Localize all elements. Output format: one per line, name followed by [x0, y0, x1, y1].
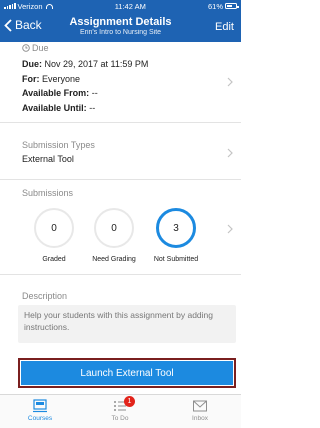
- submission-types-label: Submission Types: [22, 140, 95, 150]
- submissions-label: Submissions: [22, 188, 74, 198]
- launch-external-tool-button[interactable]: Launch External Tool: [20, 360, 234, 386]
- tab-courses[interactable]: Courses: [10, 399, 70, 422]
- tab-todo-label: To Do: [111, 415, 129, 422]
- due-date-row: Due: Nov 29, 2017 at 11:59 PM: [22, 57, 148, 72]
- assigned-to-label: For:: [22, 73, 40, 84]
- graded-count: 0: [34, 208, 74, 248]
- status-bar: Verizon 11:42 AM 61%: [0, 0, 241, 12]
- due-details: Due: Nov 29, 2017 at 11:59 PM For: Every…: [22, 57, 148, 115]
- graded-caption: Graded: [42, 256, 66, 263]
- signal-icon: [4, 3, 16, 9]
- chevron-right-icon: [227, 77, 233, 87]
- available-from-label: Available From:: [22, 88, 90, 98]
- due-heading-label: Due: [32, 43, 49, 53]
- submission-types-value: External Tool: [22, 154, 74, 164]
- description-section: Description Help your students with this…: [0, 275, 241, 345]
- due-heading: Due: [22, 43, 49, 53]
- description-label: Description: [22, 291, 68, 301]
- tab-courses-label: Courses: [27, 415, 53, 422]
- page-subtitle: Erin's Intro to Nursing Site: [79, 29, 162, 36]
- due-section[interactable]: Due Due: Nov 29, 2017 at 11:59 PM For: E…: [0, 42, 241, 123]
- navigation-bar: Back Assignment Details Erin's Intro to …: [0, 12, 241, 42]
- todo-badge: 1: [124, 396, 135, 407]
- carrier-label: Verizon: [17, 1, 43, 11]
- available-until-row: Available Until: --: [22, 101, 148, 116]
- not-submitted-caption: Not Submitted: [153, 256, 199, 263]
- page-title: Assignment Details: [69, 16, 172, 28]
- tab-inbox-label: Inbox: [192, 415, 208, 422]
- battery-percent: 61%: [207, 1, 223, 11]
- not-submitted-count: 3: [156, 208, 196, 248]
- tab-bar: Courses 1 To Do Inbox: [0, 394, 241, 428]
- available-until-label: Available Until:: [22, 102, 87, 113]
- description-placeholder[interactable]: Help your students with this assignment …: [18, 305, 236, 343]
- need-grading-count: 0: [94, 208, 134, 248]
- available-until-value: --: [89, 102, 96, 113]
- assigned-to-value: Everyone: [42, 73, 81, 84]
- need-grading-caption: Need Grading: [92, 256, 136, 263]
- not-submitted-stat[interactable]: 3 Not Submitted: [146, 208, 206, 263]
- graded-stat[interactable]: 0 Graded: [24, 208, 84, 263]
- available-from-value: --: [91, 88, 98, 98]
- submissions-section[interactable]: Submissions 0 Graded 0 Need Grading 3 No…: [0, 180, 241, 275]
- inbox-icon: [193, 400, 207, 412]
- chevron-right-icon: [227, 148, 233, 158]
- edit-button[interactable]: Edit: [215, 21, 234, 33]
- available-from-row: Available From: --: [22, 86, 148, 101]
- need-grading-stat[interactable]: 0 Need Grading: [84, 208, 144, 263]
- due-date-label: Due:: [22, 59, 42, 69]
- courses-icon: [33, 399, 47, 413]
- clock-icon: [22, 44, 30, 52]
- nav-title-block: Assignment Details Erin's Intro to Nursi…: [0, 16, 241, 36]
- tab-inbox[interactable]: Inbox: [170, 399, 230, 422]
- battery-icon: [225, 3, 239, 9]
- assigned-to-row: For: Everyone: [22, 72, 148, 87]
- submission-types-row[interactable]: Submission Types External Tool: [0, 123, 241, 180]
- launch-button-highlight: Launch External Tool: [18, 358, 236, 388]
- chevron-right-icon: [227, 224, 233, 234]
- wifi-icon: [45, 3, 53, 9]
- due-date-value: Nov 29, 2017 at 11:59 PM: [44, 59, 149, 69]
- clock: 11:42 AM: [114, 1, 146, 11]
- tab-todo[interactable]: 1 To Do: [90, 396, 150, 422]
